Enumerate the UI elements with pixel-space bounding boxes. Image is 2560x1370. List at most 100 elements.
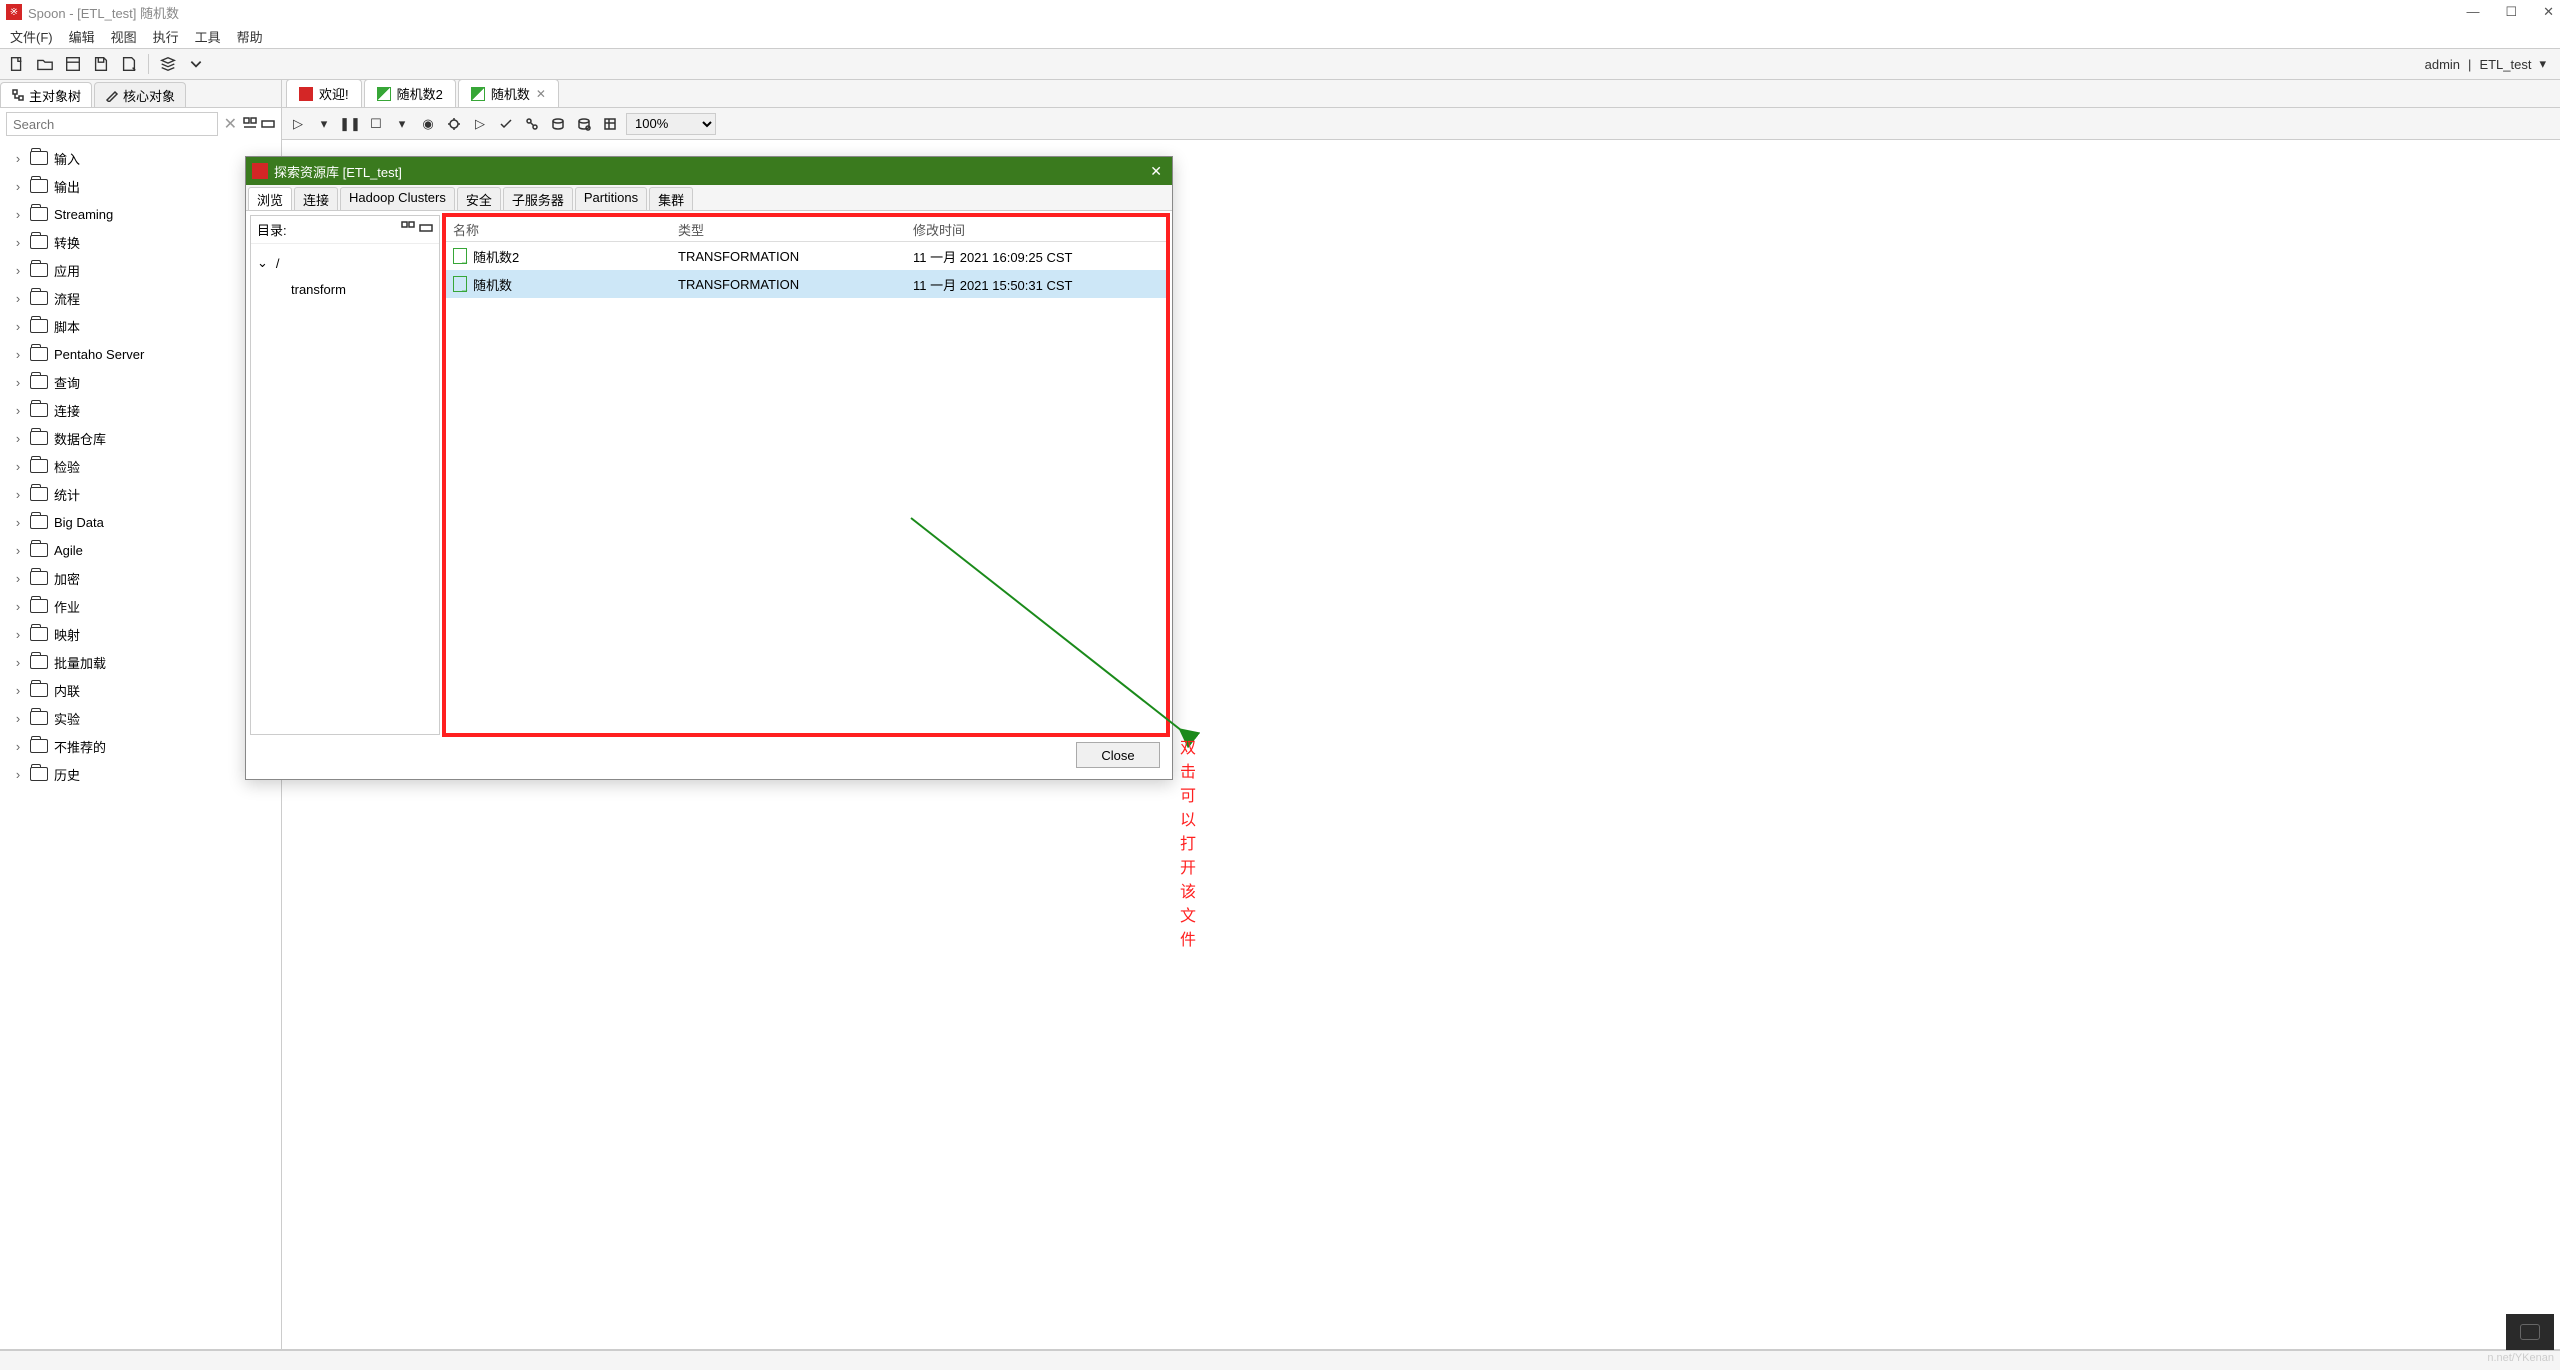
dtab-connections[interactable]: 连接: [294, 187, 338, 210]
main-toolbar: admin | ETL_test ▾: [0, 48, 2560, 80]
tree-item[interactable]: ›Pentaho Server: [12, 340, 281, 368]
close-tab-icon[interactable]: ✕: [536, 87, 546, 101]
dtab-security[interactable]: 安全: [457, 187, 501, 210]
file-type: TRANSFORMATION: [678, 277, 799, 292]
connection-dropdown-icon[interactable]: ▾: [2539, 56, 2546, 72]
tree-item[interactable]: ›不推荐的: [12, 732, 281, 760]
tree-item[interactable]: ›转换: [12, 228, 281, 256]
menu-tools[interactable]: 工具: [189, 25, 227, 48]
tree-item[interactable]: ›检验: [12, 452, 281, 480]
tree-item[interactable]: ›流程: [12, 284, 281, 312]
tree-item[interactable]: ›输入: [12, 144, 281, 172]
dtab-browse[interactable]: 浏览: [248, 187, 292, 210]
watermark: n.net/YKenan: [2487, 1352, 2554, 1364]
tree-item[interactable]: ›内联: [12, 676, 281, 704]
menu-help[interactable]: 帮助: [231, 25, 269, 48]
zoom-select[interactable]: 100%: [626, 113, 716, 135]
dir-transform[interactable]: transform: [257, 276, 433, 302]
tree-item[interactable]: ›作业: [12, 592, 281, 620]
dtab-hadoop[interactable]: Hadoop Clusters: [340, 187, 455, 210]
tree-item[interactable]: ›实验: [12, 704, 281, 732]
stop-icon[interactable]: ☐: [366, 114, 386, 134]
col-name[interactable]: 名称: [445, 216, 670, 241]
editor-tabs: 欢迎! 随机数2 随机数 ✕: [282, 80, 2560, 108]
directory-tree: ⌄ / transform: [251, 244, 439, 734]
dir-root[interactable]: ⌄ /: [257, 250, 433, 276]
explore-db-icon[interactable]: [574, 114, 594, 134]
tree-item[interactable]: ›批量加载: [12, 648, 281, 676]
show-results-icon[interactable]: [600, 114, 620, 134]
expand-all-icon[interactable]: [243, 117, 257, 131]
tree-item[interactable]: ›Streaming: [12, 200, 281, 228]
menu-file[interactable]: 文件(F): [4, 25, 59, 48]
tree-item[interactable]: ›连接: [12, 396, 281, 424]
tab-core-objects[interactable]: 核心对象: [94, 82, 186, 107]
tree-item[interactable]: ›输出: [12, 172, 281, 200]
tab-transform-1[interactable]: 随机数2: [364, 79, 456, 107]
window-controls: — ☐ ✕: [2466, 4, 2554, 20]
collapse-all-icon[interactable]: [261, 117, 275, 131]
search-input[interactable]: [6, 112, 218, 136]
tree-item[interactable]: ›Big Data: [12, 508, 281, 536]
clear-search-icon[interactable]: ✕: [224, 114, 237, 134]
folder-icon: [30, 375, 48, 389]
tree-item[interactable]: ›历史: [12, 760, 281, 788]
dtab-partitions[interactable]: Partitions: [575, 187, 647, 210]
menu-run[interactable]: 执行: [147, 25, 185, 48]
open-icon[interactable]: [34, 53, 56, 75]
file-list-panel: 名称 类型 修改时间 随机数2TRANSFORMATION11 一月 2021 …: [444, 215, 1168, 735]
dir-collapse-icon[interactable]: [419, 221, 433, 235]
tab-transform-2[interactable]: 随机数 ✕: [458, 79, 559, 107]
close-button[interactable]: ✕: [2543, 4, 2554, 20]
impact-icon[interactable]: [522, 114, 542, 134]
chevron-right-icon: ›: [12, 599, 24, 614]
maximize-button[interactable]: ☐: [2505, 4, 2517, 20]
file-row[interactable]: 随机数2TRANSFORMATION11 一月 2021 16:09:25 CS…: [445, 242, 1167, 270]
col-type[interactable]: 类型: [670, 216, 905, 241]
col-date[interactable]: 修改时间: [905, 216, 1167, 241]
stop-dropdown-icon[interactable]: ▾: [392, 114, 412, 134]
perspective-icon[interactable]: [157, 53, 179, 75]
dtab-subserver[interactable]: 子服务器: [503, 187, 573, 210]
tree-icon: [11, 88, 25, 102]
file-row[interactable]: 随机数TRANSFORMATION11 一月 2021 15:50:31 CST: [445, 270, 1167, 298]
sql-icon[interactable]: [548, 114, 568, 134]
tree-item[interactable]: ›映射: [12, 620, 281, 648]
tree-item[interactable]: ›脚本: [12, 312, 281, 340]
tree-item-label: 加密: [54, 569, 80, 588]
menu-edit[interactable]: 编辑: [63, 25, 101, 48]
tree-item[interactable]: ›Agile: [12, 536, 281, 564]
dropdown-icon[interactable]: [185, 53, 207, 75]
tree-item[interactable]: ›查询: [12, 368, 281, 396]
verify-icon[interactable]: [496, 114, 516, 134]
dir-expand-icon[interactable]: [401, 221, 415, 235]
connection-name[interactable]: ETL_test: [2479, 57, 2531, 72]
explore-icon[interactable]: [62, 53, 84, 75]
debug-icon[interactable]: [444, 114, 464, 134]
run-icon[interactable]: ▷: [288, 114, 308, 134]
minimize-button[interactable]: —: [2466, 4, 2479, 20]
dialog-close-icon[interactable]: ✕: [1146, 163, 1166, 180]
tree-item[interactable]: ›加密: [12, 564, 281, 592]
pause-icon[interactable]: ❚❚: [340, 114, 360, 134]
run-dropdown-icon[interactable]: ▾: [314, 114, 334, 134]
saveas-icon[interactable]: [118, 53, 140, 75]
folder-icon: [30, 683, 48, 697]
save-icon[interactable]: [90, 53, 112, 75]
tree-item[interactable]: ›数据仓库: [12, 424, 281, 452]
folder-icon: [30, 515, 48, 529]
tab-welcome-label: 欢迎!: [319, 84, 349, 103]
tree-item[interactable]: ›应用: [12, 256, 281, 284]
tree-item[interactable]: ›统计: [12, 480, 281, 508]
preview-icon[interactable]: ◉: [418, 114, 438, 134]
close-button[interactable]: Close: [1076, 742, 1160, 768]
tab-welcome[interactable]: 欢迎!: [286, 79, 362, 107]
chevron-right-icon: ›: [12, 347, 24, 362]
dtab-cluster[interactable]: 集群: [649, 187, 693, 210]
tab-main-tree[interactable]: 主对象树: [0, 82, 92, 107]
new-file-icon[interactable]: [6, 53, 28, 75]
replay-icon[interactable]: ▷: [470, 114, 490, 134]
chevron-right-icon: ›: [12, 655, 24, 670]
menu-view[interactable]: 视图: [105, 25, 143, 48]
chevron-right-icon: ›: [12, 711, 24, 726]
